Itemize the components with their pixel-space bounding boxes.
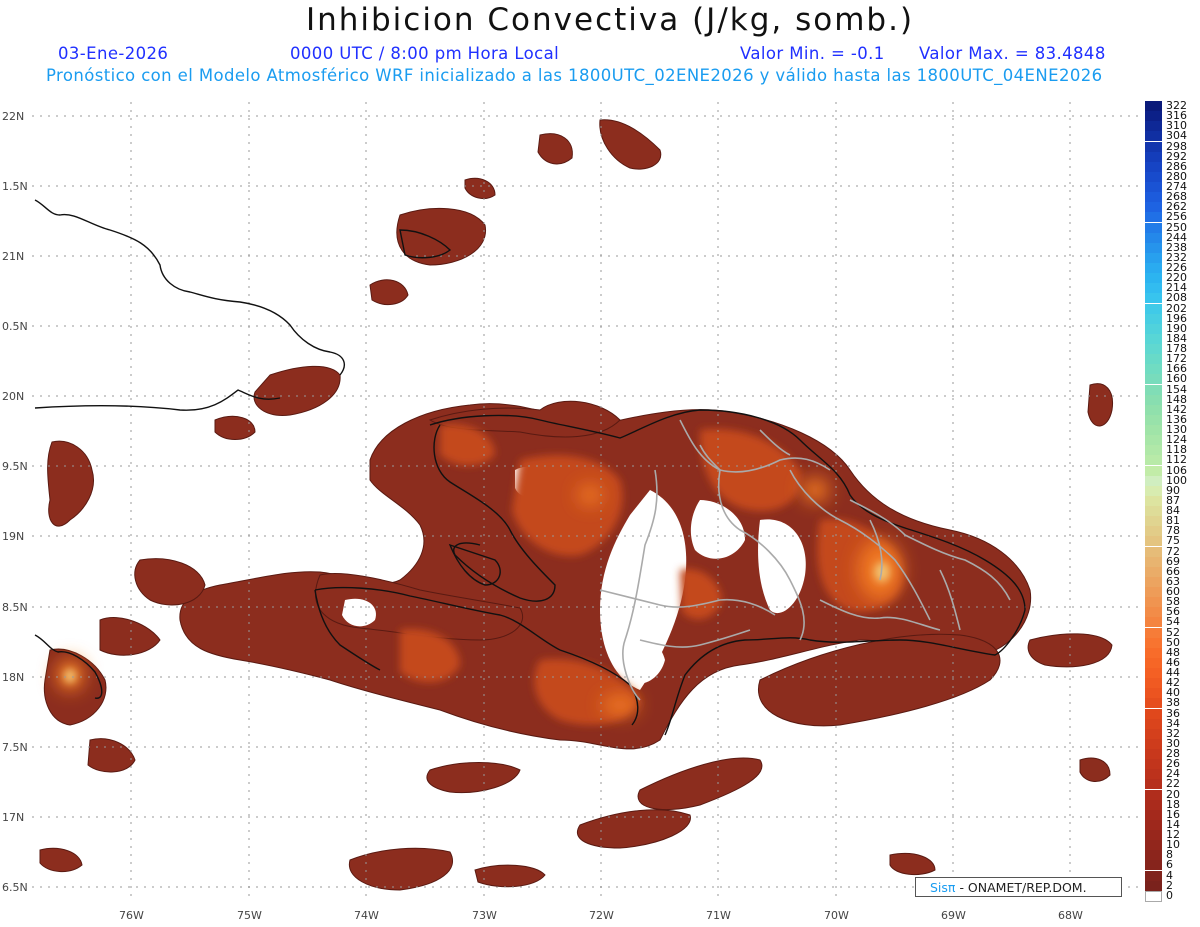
lat-label: 7.5N (2, 741, 28, 754)
lon-label: 74W (354, 909, 379, 922)
lat-label: 8.5N (2, 601, 28, 614)
lon-label: 68W (1058, 909, 1083, 922)
lat-label: 1.5N (2, 180, 28, 193)
credit-box: Sisπ - ONAMET/REP.DOM. (915, 877, 1122, 897)
lon-label: 71W (706, 909, 731, 922)
lat-label: 18N (2, 671, 25, 684)
lat-label: 17N (2, 811, 25, 824)
color-scale-label: 0 (1166, 888, 1173, 902)
color-scale-swatch (1145, 890, 1162, 902)
organization-text: - ONAMET/REP.DOM. (959, 880, 1087, 895)
lat-label: 0.5N (2, 320, 28, 333)
lon-label: 70W (824, 909, 849, 922)
sis-logo-text: Sisπ (930, 880, 956, 895)
lat-label: 6.5N (2, 881, 28, 894)
lon-label: 75W (237, 909, 262, 922)
lon-label: 73W (472, 909, 497, 922)
lat-label: 22N (2, 110, 25, 123)
lon-label: 76W (119, 909, 144, 922)
lat-label: 21N (2, 250, 25, 263)
forecast-map (32, 102, 1138, 898)
lat-label: 20N (2, 390, 25, 403)
lon-label: 72W (589, 909, 614, 922)
color-scale-bar (1145, 101, 1162, 902)
lat-label: 19N (2, 530, 25, 543)
lat-label: 9.5N (2, 460, 28, 473)
lon-label: 69W (941, 909, 966, 922)
